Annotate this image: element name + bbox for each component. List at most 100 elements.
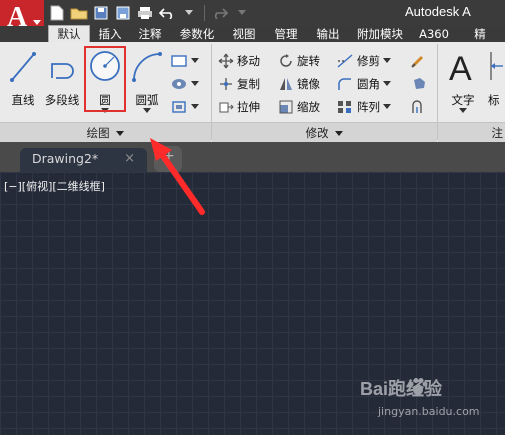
arc-dropdown-icon[interactable] (143, 108, 151, 114)
modify-panel-label: 修改 (305, 126, 329, 140)
offset-icon (412, 100, 422, 113)
tab-view[interactable]: 视图 (226, 26, 262, 42)
text-label: 文字 (451, 93, 475, 107)
text-icon: A (449, 50, 472, 88)
scale-icon (279, 100, 293, 114)
tab-featured[interactable]: 精 (462, 26, 498, 42)
watermark-brand: Bai跑经验 (360, 379, 443, 399)
rotate-label: 旋转 (297, 54, 320, 68)
rotate-button[interactable]: 旋转 (278, 52, 320, 70)
text-dropdown-icon[interactable] (459, 108, 467, 114)
close-icon[interactable]: × (124, 148, 135, 170)
move-label: 移动 (237, 54, 260, 68)
array-icon (338, 101, 351, 113)
rectangle-tool[interactable] (170, 52, 199, 70)
move-icon (218, 53, 234, 69)
chevron-down-icon[interactable] (191, 81, 199, 87)
boundary-tool[interactable] (170, 98, 199, 116)
circle-tool-highlight (84, 46, 126, 112)
app-title: Autodesk A (405, 4, 471, 19)
viewport-controls[interactable]: [−][俯视][二维线框] (4, 178, 105, 194)
array-label: 阵列 (357, 100, 380, 114)
chevron-down-icon[interactable] (383, 104, 391, 110)
modify-panel-title[interactable]: 修改 (212, 122, 437, 143)
save-icon[interactable] (92, 4, 110, 22)
toolbar-separator (204, 5, 205, 21)
text-button[interactable]: A 文字 (444, 46, 482, 113)
title-bar: Autodesk A (0, 0, 505, 26)
chevron-down-icon[interactable] (383, 58, 391, 64)
copy-button[interactable]: 复制 (218, 75, 260, 93)
tab-insert[interactable]: 插入 (92, 26, 128, 42)
tab-default[interactable]: 默认 (48, 25, 90, 43)
fillet-label: 圆角 (357, 77, 380, 91)
watermark-url: jingyan.baidu.com (378, 405, 480, 418)
array-button[interactable]: 阵列 (336, 98, 391, 116)
draw-panel-label: 绘图 (86, 126, 110, 140)
hatch-tool[interactable] (170, 75, 199, 93)
tab-a360[interactable]: A360 (414, 26, 454, 42)
offset-tool[interactable] (410, 98, 428, 116)
tab-output[interactable]: 输出 (310, 26, 346, 42)
trim-icon (337, 54, 353, 68)
copy-icon (220, 78, 232, 90)
scale-button[interactable]: 缩放 (278, 98, 320, 116)
chevron-down-icon (116, 131, 125, 136)
erase-icon (411, 55, 424, 68)
arc-button[interactable]: 圆弧 (128, 46, 166, 113)
fillet-icon (338, 78, 351, 90)
fillet-button[interactable]: 圆角 (336, 75, 391, 93)
new-tab-button[interactable] (154, 146, 182, 172)
document-tab-bar: Drawing2* × (0, 142, 505, 172)
chevron-down-icon[interactable] (383, 81, 391, 87)
explode-icon (414, 78, 425, 89)
save-as-icon[interactable] (114, 4, 132, 22)
annotation-panel-label: 注 (491, 126, 504, 140)
chevron-down-icon (335, 131, 344, 136)
line-button[interactable]: 直线 (8, 46, 38, 107)
polyline-icon (51, 63, 74, 79)
dimension-button[interactable]: 标 (488, 46, 505, 107)
redo-dropdown-icon[interactable] (233, 4, 251, 22)
stretch-button[interactable]: 拉伸 (218, 98, 260, 116)
mirror-button[interactable]: 镜像 (278, 75, 320, 93)
tab-manage[interactable]: 管理 (268, 26, 304, 42)
scale-label: 缩放 (297, 100, 320, 114)
open-folder-icon[interactable] (70, 4, 88, 22)
annotation-panel-title[interactable]: 注 (438, 122, 505, 142)
chevron-down-icon (33, 20, 41, 25)
draw-panel-title[interactable]: 绘图 (0, 122, 211, 143)
tab-addins[interactable]: 附加模块 (350, 26, 410, 42)
arc-icon (132, 52, 162, 82)
svg-text:A: A (449, 50, 472, 86)
chevron-down-icon[interactable] (191, 58, 199, 64)
stretch-label: 拉伸 (237, 100, 260, 114)
line-label: 直线 (11, 93, 35, 107)
mirror-icon (280, 78, 292, 90)
ribbon-tab-bar: 默认 插入 注释 参数化 视图 管理 输出 附加模块 A360 精 (0, 25, 505, 43)
arc-label: 圆弧 (135, 93, 159, 107)
dimension-label: 标 (488, 93, 500, 107)
erase-tool[interactable] (410, 52, 426, 70)
quick-access-toolbar (48, 3, 251, 23)
hatch-icon (172, 79, 186, 89)
print-icon[interactable] (136, 4, 154, 22)
new-file-icon[interactable] (48, 4, 66, 22)
document-name: Drawing2* (32, 151, 99, 166)
tab-parametric[interactable]: 参数化 (172, 26, 222, 42)
polyline-button[interactable]: 多段线 (42, 46, 82, 107)
rectangle-icon (171, 55, 187, 67)
move-button[interactable]: 移动 (218, 52, 260, 70)
line-icon (10, 52, 36, 82)
explode-tool[interactable] (410, 75, 428, 93)
undo-icon[interactable] (158, 4, 176, 22)
mirror-label: 镜像 (297, 77, 320, 91)
chevron-down-icon[interactable] (191, 104, 199, 110)
document-tab[interactable]: Drawing2* × (20, 148, 147, 172)
redo-icon[interactable] (211, 4, 229, 22)
trim-label: 修剪 (357, 54, 380, 68)
undo-dropdown-icon[interactable] (180, 4, 198, 22)
tab-annotate[interactable]: 注释 (132, 26, 168, 42)
trim-button[interactable]: 修剪 (336, 52, 391, 70)
stretch-icon (219, 102, 234, 113)
